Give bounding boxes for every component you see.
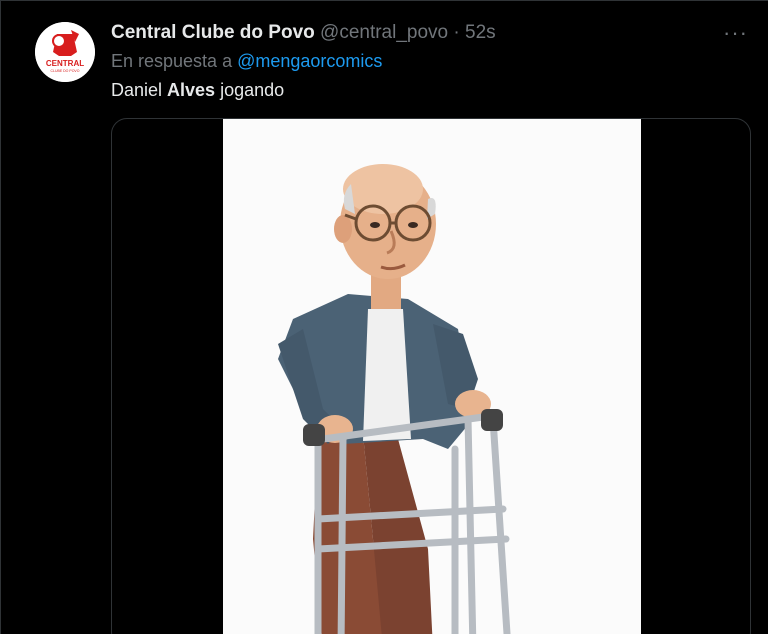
display-name-link[interactable]: Central Clube do Povo bbox=[111, 22, 315, 43]
tweet-text-part: jogando bbox=[215, 80, 285, 100]
tweet-text-part: Daniel bbox=[111, 80, 168, 100]
gif-frame[interactable] bbox=[223, 119, 641, 634]
club-logo-icon: CENTRAL CLUBE DO POVO bbox=[35, 22, 95, 82]
tweet-header: Central Clube do Povo @central_povo · 52… bbox=[111, 22, 496, 44]
tweet-article[interactable]: CENTRAL CLUBE DO POVO Central Clube do P… bbox=[0, 0, 768, 634]
media-container[interactable] bbox=[111, 118, 751, 634]
logo-text: CENTRAL bbox=[46, 59, 84, 68]
reply-context: En respuesta a @mengaorcomics bbox=[111, 51, 382, 72]
timestamp-link[interactable]: 52s bbox=[465, 22, 496, 43]
reply-prefix: En respuesta a bbox=[111, 51, 233, 71]
logo-subtext: CLUBE DO POVO bbox=[51, 69, 80, 73]
reply-mention-link[interactable]: @mengaorcomics bbox=[237, 51, 382, 71]
more-options-icon[interactable]: ··· bbox=[723, 20, 748, 46]
old-man-with-walker-image bbox=[223, 119, 641, 634]
avatar[interactable]: CENTRAL CLUBE DO POVO bbox=[35, 22, 95, 82]
tweet-text: Daniel Alves jogando bbox=[111, 80, 284, 101]
tweet-text-bold: Alves bbox=[167, 80, 216, 100]
separator-dot: · bbox=[453, 22, 460, 43]
divider bbox=[1, 0, 768, 1]
handle-link[interactable]: @central_povo bbox=[320, 22, 448, 43]
